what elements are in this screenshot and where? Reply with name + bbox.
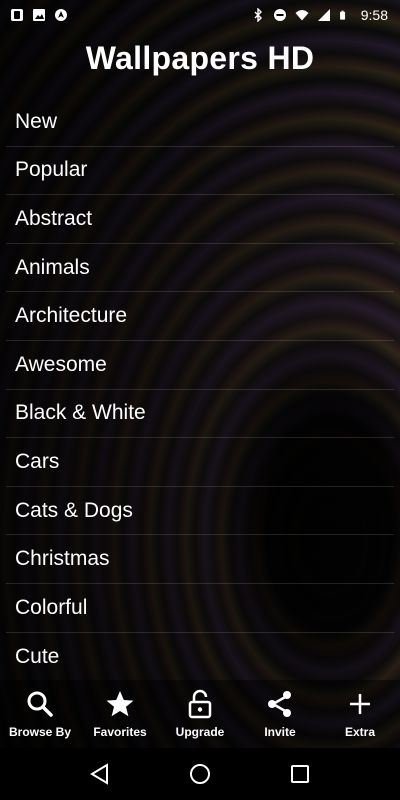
back-icon — [90, 763, 108, 785]
page-title: Wallpapers HD — [85, 40, 315, 76]
navigation-icon — [55, 9, 67, 21]
category-item-cars[interactable]: Cars — [6, 438, 394, 487]
notification-app-icon — [11, 9, 23, 21]
back-button[interactable] — [80, 754, 120, 794]
wifi-icon — [295, 10, 309, 21]
do-not-disturb-icon — [273, 9, 286, 21]
tab-browse-by[interactable]: Browse By — [0, 689, 80, 739]
battery-icon — [339, 10, 345, 20]
signal-icon — [317, 9, 330, 21]
tab-label: Favorites — [93, 725, 147, 739]
home-button[interactable] — [180, 754, 220, 794]
category-item-abstract[interactable]: Abstract — [6, 195, 394, 244]
category-item-awesome[interactable]: Awesome — [6, 341, 394, 390]
system-nav-bar — [0, 748, 400, 800]
recents-icon — [291, 765, 309, 783]
category-item-black-white[interactable]: Black & White — [6, 390, 394, 439]
category-item-cats-dogs[interactable]: Cats & Dogs — [6, 487, 394, 536]
status-left — [10, 8, 68, 22]
app-screen: 9:58 Wallpapers HD New Popular Abstract … — [0, 0, 400, 800]
tab-upgrade[interactable]: Upgrade — [160, 689, 240, 739]
tab-extra[interactable]: Extra — [320, 689, 400, 739]
home-icon — [190, 764, 210, 784]
plus-icon — [350, 694, 370, 714]
category-list: New Popular Abstract Animals Architectur… — [6, 98, 394, 681]
search-icon — [27, 691, 53, 717]
category-item-popular[interactable]: Popular — [6, 147, 394, 196]
tab-favorites[interactable]: Favorites — [80, 689, 160, 739]
category-item-colorful[interactable]: Colorful — [6, 584, 394, 633]
tab-label: Browse By — [8, 725, 72, 739]
tab-label: Extra — [344, 725, 376, 739]
tab-label: Upgrade — [175, 725, 225, 739]
share-icon — [268, 691, 291, 717]
category-item-cute[interactable]: Cute — [6, 633, 394, 682]
unlock-icon — [188, 689, 212, 719]
recents-button[interactable] — [280, 754, 320, 794]
star-icon — [106, 691, 134, 717]
status-bar: 9:58 — [0, 0, 400, 30]
status-time: 9:58 — [360, 7, 388, 23]
category-item-new[interactable]: New — [6, 98, 394, 147]
bottom-tab-bar: Browse By Favorites Upgrade Invite Extra — [0, 680, 400, 748]
tab-label: Invite — [264, 725, 296, 739]
category-item-animals[interactable]: Animals — [6, 244, 394, 293]
tab-invite[interactable]: Invite — [240, 689, 320, 739]
status-right: 9:58 — [251, 7, 388, 23]
image-icon — [33, 9, 45, 21]
category-item-christmas[interactable]: Christmas — [6, 535, 394, 584]
bluetooth-icon — [254, 8, 262, 22]
category-item-architecture[interactable]: Architecture — [6, 292, 394, 341]
